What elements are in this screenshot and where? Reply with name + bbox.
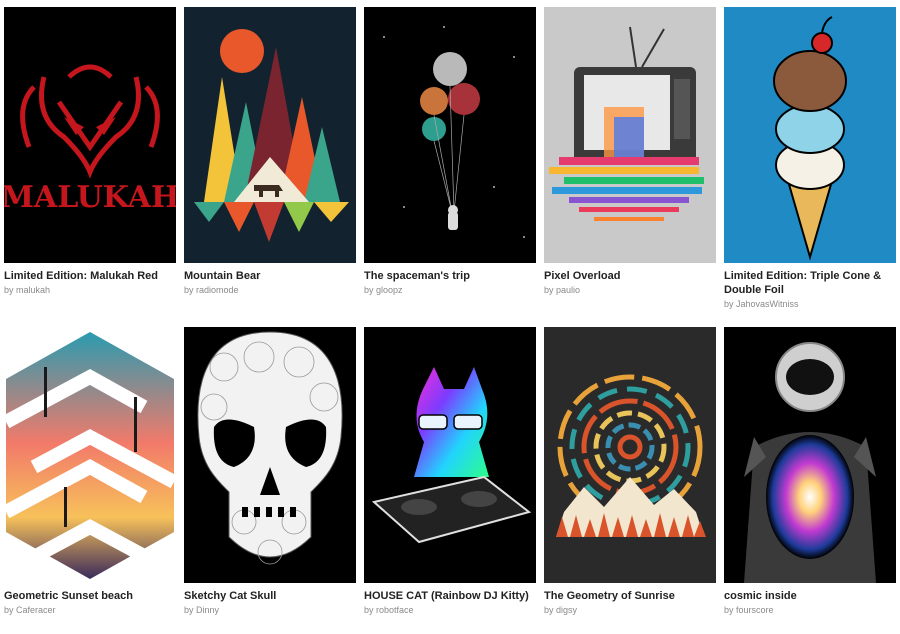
geometry-of-sunrise-artwork: [544, 327, 716, 583]
product-author: by Caferacer: [4, 605, 56, 615]
product-title[interactable]: Mountain Bear: [184, 269, 356, 283]
spaceman-artwork: [364, 7, 536, 263]
pixel-overload-artwork: [544, 7, 716, 263]
product-artwork-malukah[interactable]: MALUKAH: [4, 7, 176, 263]
house-cat-artwork: [364, 327, 536, 583]
author-link[interactable]: digsy: [556, 605, 577, 615]
product-title[interactable]: HOUSE CAT (Rainbow DJ Kitty): [364, 589, 536, 603]
author-link[interactable]: gloopz: [376, 285, 403, 295]
product-artwork-triple-cone[interactable]: [724, 7, 896, 263]
product-title[interactable]: Limited Edition: Triple Cone & Double Fo…: [724, 269, 896, 297]
product-author: by fourscore: [724, 605, 774, 615]
product-author: by robotface: [364, 605, 414, 615]
malukah-artwork: MALUKAH: [4, 7, 176, 263]
product-artwork-cosmic-inside[interactable]: [724, 327, 896, 583]
product-card[interactable]: MALUKAH Limited Edition: Malukah Red by …: [4, 7, 176, 327]
product-title[interactable]: Pixel Overload: [544, 269, 716, 283]
product-title[interactable]: The Geometry of Sunrise: [544, 589, 716, 603]
product-card[interactable]: Mountain Bear by radiomode: [184, 7, 356, 327]
author-link[interactable]: robotface: [376, 605, 414, 615]
triple-cone-artwork: [724, 7, 896, 263]
product-artwork-house-cat[interactable]: [364, 327, 536, 583]
author-link[interactable]: malukah: [16, 285, 50, 295]
product-grid: MALUKAH Limited Edition: Malukah Red by …: [4, 7, 896, 627]
product-artwork-sketchy-cat-skull[interactable]: [184, 327, 356, 583]
product-card[interactable]: Limited Edition: Triple Cone & Double Fo…: [724, 7, 896, 327]
geometric-sunset-artwork: [4, 327, 176, 583]
product-card[interactable]: Sketchy Cat Skull by Dinny: [184, 327, 356, 627]
product-title[interactable]: cosmic inside: [724, 589, 896, 603]
product-artwork-geometry-of-sunrise[interactable]: [544, 327, 716, 583]
product-artwork-geometric-sunset[interactable]: [4, 327, 176, 583]
author-link[interactable]: fourscore: [736, 605, 774, 615]
product-author: by gloopz: [364, 285, 403, 295]
product-card[interactable]: The spaceman's trip by gloopz: [364, 7, 536, 327]
product-author: by radiomode: [184, 285, 239, 295]
author-link[interactable]: Dinny: [196, 605, 219, 615]
product-artwork-pixel-overload[interactable]: [544, 7, 716, 263]
product-author: by digsy: [544, 605, 578, 615]
product-author: by Dinny: [184, 605, 220, 615]
author-link[interactable]: Caferacer: [16, 605, 56, 615]
author-link[interactable]: radiomode: [196, 285, 239, 295]
product-artwork-spaceman[interactable]: [364, 7, 536, 263]
product-title[interactable]: The spaceman's trip: [364, 269, 536, 283]
product-card[interactable]: cosmic inside by fourscore: [724, 327, 896, 627]
product-card[interactable]: Geometric Sunset beach by Caferacer: [4, 327, 176, 627]
sketchy-cat-skull-artwork: [184, 327, 356, 583]
author-link[interactable]: JahovasWitniss: [736, 299, 799, 309]
product-title[interactable]: Sketchy Cat Skull: [184, 589, 356, 603]
product-author: by malukah: [4, 285, 51, 295]
cosmic-inside-artwork: [724, 327, 896, 583]
product-card[interactable]: HOUSE CAT (Rainbow DJ Kitty) by robotfac…: [364, 327, 536, 627]
product-author: by JahovasWitniss: [724, 299, 799, 309]
product-artwork-mountain-bear[interactable]: [184, 7, 356, 263]
product-card[interactable]: The Geometry of Sunrise by digsy: [544, 327, 716, 627]
malukah-logo-text: MALUKAH: [4, 180, 176, 215]
product-author: by paulio: [544, 285, 581, 295]
product-title[interactable]: Geometric Sunset beach: [4, 589, 176, 603]
author-link[interactable]: paulio: [556, 285, 580, 295]
product-card[interactable]: Pixel Overload by paulio: [544, 7, 716, 327]
mountain-bear-artwork: [184, 7, 356, 263]
product-title[interactable]: Limited Edition: Malukah Red: [4, 269, 176, 283]
